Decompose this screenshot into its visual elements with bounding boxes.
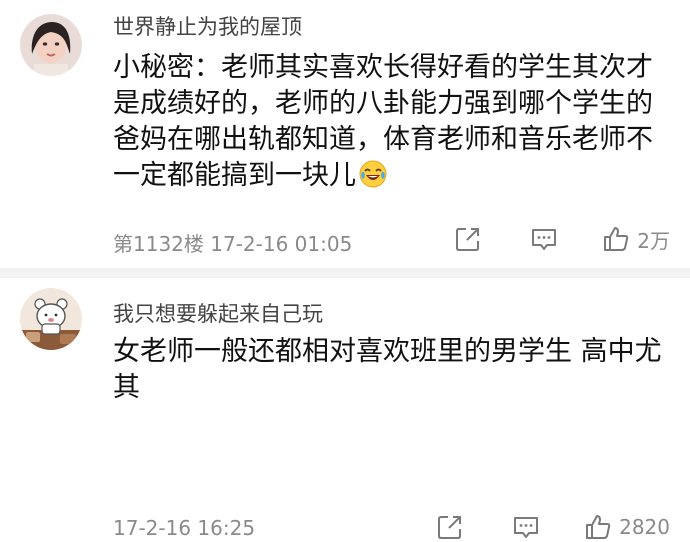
avatar-image — [20, 14, 82, 76]
comment-actions: 2820 — [435, 512, 670, 542]
like-count: 2万 — [637, 228, 670, 253]
comment-text: 女老师一般还都相对喜欢班里的男学生 高中尤其 — [113, 334, 673, 406]
comment-item: 我只想要躲起来自己玩 女老师一般还都相对喜欢班里的男学生 高中尤其 17-2-1… — [0, 278, 690, 540]
avatar[interactable] — [20, 14, 82, 76]
username[interactable]: 我只想要躲起来自己玩 — [113, 298, 323, 328]
share-icon[interactable] — [453, 224, 483, 254]
comment-actions: 2万 — [453, 224, 670, 254]
comment-text-content: 女老师一般还都相对喜欢班里的男学生 高中尤其 — [113, 336, 662, 403]
avatar-image — [20, 288, 82, 350]
like-icon[interactable] — [583, 512, 613, 542]
avatar[interactable] — [20, 288, 82, 350]
like-count: 2820 — [619, 515, 670, 539]
share-icon[interactable] — [435, 512, 465, 542]
comment-item: 世界静止为我的屋顶 小秘密：老师其实喜欢长得好看的学生其次才是成绩好的，老师的八… — [0, 0, 690, 268]
laughing-tears-emoji-icon — [358, 159, 388, 189]
reply-icon[interactable] — [529, 224, 559, 254]
comment-text: 小秘密：老师其实喜欢长得好看的学生其次才是成绩好的，老师的八卦能力强到哪个学生的… — [113, 50, 673, 194]
like-icon[interactable] — [601, 224, 631, 254]
divider — [0, 268, 690, 278]
comment-meta: 17-2-16 16:25 — [113, 516, 256, 540]
username[interactable]: 世界静止为我的屋顶 — [113, 11, 302, 41]
comment-meta: 第1132楼 17-2-16 01:05 — [113, 232, 353, 256]
reply-icon[interactable] — [511, 512, 541, 542]
